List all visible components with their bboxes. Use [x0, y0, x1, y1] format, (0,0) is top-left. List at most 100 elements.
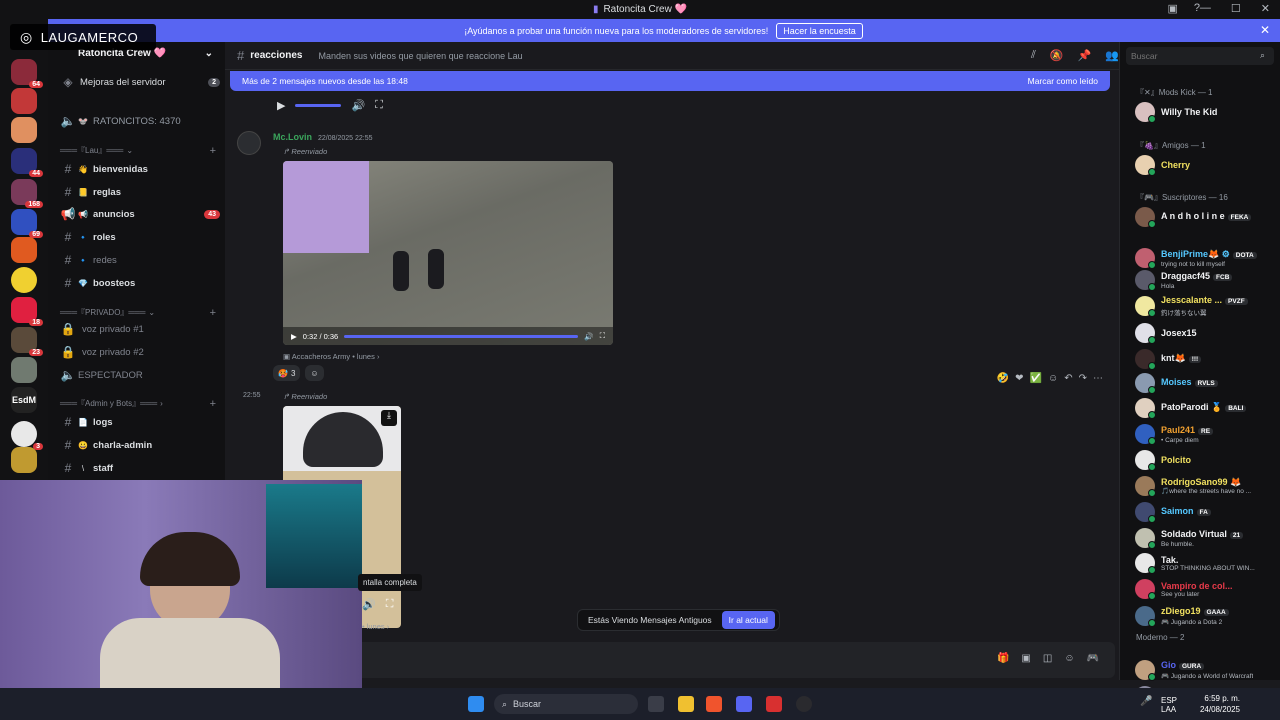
- survey-button[interactable]: Hacer la encuesta: [776, 22, 863, 39]
- server-icon[interactable]: 23: [11, 327, 43, 356]
- reaction[interactable]: 🥵 3: [273, 365, 301, 381]
- server-icon[interactable]: EsdM: [11, 387, 37, 413]
- play-icon[interactable]: ▶: [291, 332, 297, 341]
- member-item[interactable]: PatoParodi 🏅 BALI: [1135, 397, 1280, 419]
- apps-icon[interactable]: 🎮: [1087, 653, 1099, 664]
- member-item[interactable]: Jesscalante ... PVZF 釣け落ちない翼: [1135, 295, 1280, 317]
- mark-read-button[interactable]: Marcar como leído: [1028, 76, 1098, 86]
- channel-logs[interactable]: # 📄 logs: [60, 413, 220, 431]
- avatar[interactable]: [237, 131, 261, 155]
- server-icon[interactable]: [11, 357, 37, 383]
- search-input[interactable]: [1126, 47, 1274, 65]
- pin-icon[interactable]: 📌: [1078, 49, 1092, 62]
- notifications-icon[interactable]: 🔕: [1050, 49, 1064, 62]
- threads-icon[interactable]: ⫽: [1031, 49, 1036, 62]
- members-icon[interactable]: 👥: [1105, 49, 1119, 62]
- channel-redes[interactable]: # 🔹 redes: [60, 251, 220, 269]
- boost-item[interactable]: ◈ Mejoras del servidor 2: [60, 73, 220, 91]
- fullscreen-icon[interactable]: ⛶: [600, 331, 605, 341]
- more-icon[interactable]: ⋯: [1093, 373, 1103, 384]
- server-icon[interactable]: [11, 267, 37, 293]
- fullscreen-icon[interactable]: ⛶: [375, 99, 383, 112]
- close-icon[interactable]: ✕: [1260, 23, 1270, 37]
- member-item[interactable]: knt🦊!!!: [1135, 348, 1280, 370]
- voice-channel-1[interactable]: 🔒 voz privado #1: [60, 320, 220, 338]
- inbox-icon[interactable]: ▣: [1167, 2, 1177, 15]
- member-item[interactable]: Polcito: [1135, 449, 1280, 471]
- member-item[interactable]: Willy The Kid: [1135, 101, 1280, 123]
- channel-anuncios[interactable]: 📢 📢 anuncios 43: [60, 205, 220, 223]
- voice-channel-espectador[interactable]: 🔈 ESPECTADOR: [60, 366, 220, 384]
- member-item[interactable]: Moises RVLS: [1135, 372, 1280, 394]
- channel-boosteos[interactable]: # 💎 boosteos: [60, 274, 220, 292]
- maximize-button[interactable]: ☐: [1231, 2, 1241, 15]
- server-icon[interactable]: 168: [11, 179, 43, 208]
- channel-bienvenidas[interactable]: # 👋 bienvenidas: [60, 160, 220, 178]
- progress-bar[interactable]: [344, 334, 579, 338]
- member-item[interactable]: Tak. STOP THINKING ABOUT WIN...: [1135, 552, 1280, 574]
- app-icon[interactable]: [766, 696, 782, 712]
- obs-icon[interactable]: [796, 696, 812, 712]
- add-channel-icon[interactable]: +: [210, 398, 216, 410]
- member-item[interactable]: Josex15: [1135, 322, 1280, 344]
- volume-bar[interactable]: [295, 104, 342, 107]
- category-admin[interactable]: ═══『Admin y Bots』═══ › +: [60, 398, 216, 410]
- sticker-icon[interactable]: ◫: [1043, 653, 1052, 664]
- add-reaction-icon[interactable]: ☺: [1048, 373, 1058, 384]
- minimize-button[interactable]: —: [1200, 2, 1211, 15]
- volume-icon[interactable]: 🔊: [584, 332, 593, 341]
- taskbar-search[interactable]: ⌕ Buscar: [494, 694, 638, 714]
- add-channel-icon[interactable]: +: [210, 307, 216, 319]
- microphone-icon[interactable]: 🎤: [1140, 696, 1152, 707]
- reaction-emoji-icon[interactable]: ❤: [1015, 373, 1023, 384]
- channel-reglas[interactable]: # 📒 reglas: [60, 183, 220, 201]
- forward-source[interactable]: • lunes ›: [362, 622, 389, 631]
- download-icon[interactable]: ⤓: [381, 410, 397, 426]
- play-icon[interactable]: ▶: [277, 99, 285, 112]
- author-name[interactable]: Mc.Lovin 22/08/2025 22:55: [273, 132, 373, 142]
- fullscreen-icon[interactable]: ⛶: [386, 598, 394, 611]
- volume-icon[interactable]: 🔊: [351, 99, 365, 112]
- gif-icon[interactable]: ▣: [1021, 653, 1030, 664]
- member-item[interactable]: Cherry: [1135, 154, 1280, 176]
- voice-channel-2[interactable]: 🔒 voz privado #2: [60, 343, 220, 361]
- server-icon[interactable]: 18: [11, 297, 43, 326]
- jump-present-button[interactable]: Ir al actual: [721, 611, 775, 629]
- discord-icon[interactable]: [736, 696, 752, 712]
- file-explorer-icon[interactable]: [678, 696, 694, 712]
- reaction-emoji-icon[interactable]: 🤣: [997, 373, 1009, 384]
- reply-icon[interactable]: ↶: [1064, 373, 1072, 384]
- category-lau[interactable]: ═══『Lau』═══ ⌄ +: [60, 145, 216, 157]
- voice-count-channel[interactable]: 🔈 🐭 RATONCITOS: 4370: [60, 112, 220, 130]
- member-item[interactable]: Vampiro de col... See you later: [1135, 578, 1280, 600]
- member-item[interactable]: Gio GURA 🎮 Jugando a World of Warcraft: [1135, 659, 1280, 681]
- add-channel-icon[interactable]: +: [210, 145, 216, 157]
- server-icon[interactable]: [11, 447, 37, 473]
- channel-topic[interactable]: Manden sus videos que quieren que reacci…: [319, 51, 523, 61]
- member-item[interactable]: Soldado Virtual 21 Be humble.: [1135, 527, 1280, 549]
- language-indicator[interactable]: ESP LAA: [1161, 696, 1177, 714]
- server-icon[interactable]: [11, 88, 37, 114]
- reaction-emoji-icon[interactable]: ✅: [1030, 373, 1042, 384]
- forward-icon[interactable]: ↷: [1079, 373, 1087, 384]
- forward-source[interactable]: ▣ Accacheros Army • lunes ›: [283, 352, 379, 361]
- gift-icon[interactable]: 🎁: [997, 653, 1009, 664]
- category-privado[interactable]: ═══『PRIVADO』═══ ⌄ +: [60, 307, 216, 319]
- server-icon[interactable]: 44: [11, 148, 43, 177]
- video-player[interactable]: ▶ 0:32 / 0:36 🔊 ⛶: [283, 161, 613, 345]
- member-item[interactable]: A n d h o l i n e FEKA: [1135, 206, 1280, 228]
- clock[interactable]: 6:59 p. m. 24/08/2025: [1200, 693, 1240, 715]
- emoji-icon[interactable]: ☺: [1064, 653, 1074, 664]
- member-item[interactable]: Paul241 RE • Carpe diem: [1135, 423, 1280, 445]
- windows-start-icon[interactable]: [468, 696, 484, 712]
- add-reaction-button[interactable]: ☺: [305, 365, 324, 381]
- brave-icon[interactable]: [706, 696, 722, 712]
- channel-charla-admin[interactable]: # 😀 charla-admin: [60, 436, 220, 454]
- channel-roles[interactable]: # 🔹 roles: [60, 228, 220, 246]
- channel-staff[interactable]: # \ staff: [60, 459, 220, 477]
- new-messages-bar[interactable]: Más de 2 mensajes nuevos desde las 18:48…: [230, 71, 1110, 91]
- task-view-icon[interactable]: [648, 696, 664, 712]
- server-icon[interactable]: 69: [11, 209, 43, 238]
- server-icon[interactable]: 64: [11, 59, 43, 88]
- member-item[interactable]: Draggacf45 FCB Hola: [1135, 269, 1280, 291]
